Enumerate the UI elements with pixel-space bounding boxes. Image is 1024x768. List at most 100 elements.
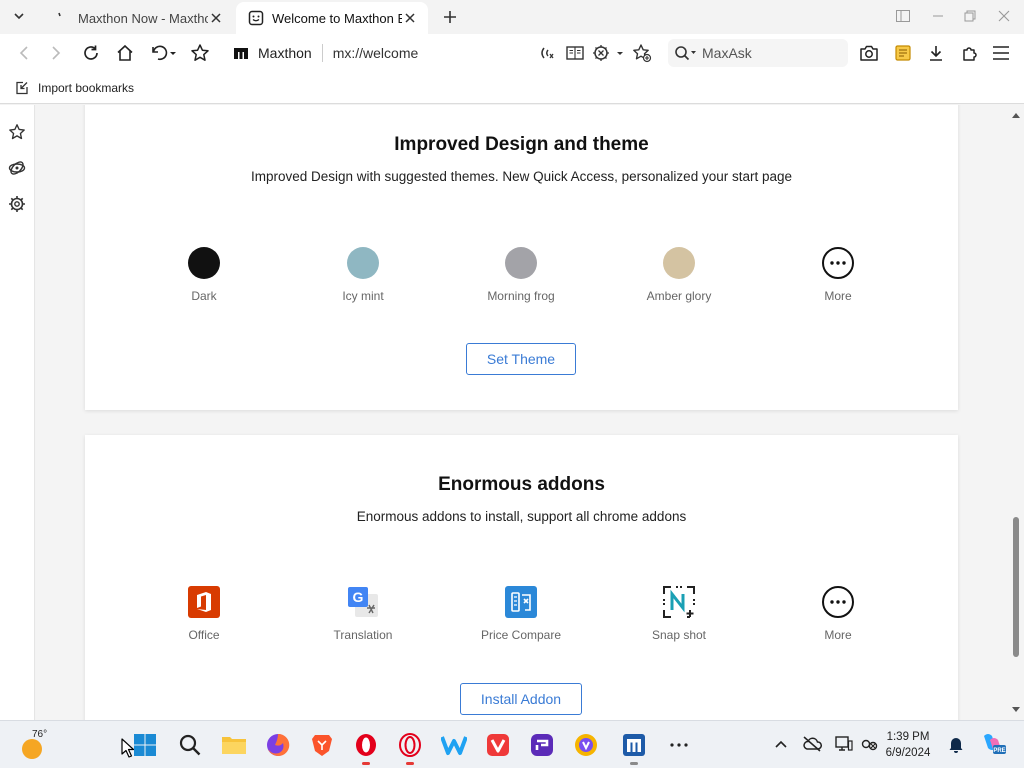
add-favorite-button[interactable] <box>628 39 656 67</box>
restore-icon <box>964 10 976 22</box>
network-disconnected-icon <box>861 739 878 751</box>
tray-network[interactable] <box>858 733 880 755</box>
more-dots-icon <box>822 586 854 618</box>
taskbar-opera[interactable] <box>352 731 380 765</box>
addon-price-compare[interactable]: Price Compare <box>461 586 581 642</box>
tray-copilot[interactable]: PRE <box>980 731 1006 757</box>
theme-option-icy-mint[interactable]: Icy mint <box>303 247 423 303</box>
favorite-button[interactable] <box>186 39 214 67</box>
clock-date: 6/9/2024 <box>885 747 931 759</box>
main-menu-button[interactable] <box>987 39 1015 67</box>
taskbar-file-explorer[interactable] <box>220 731 248 759</box>
downloads-button[interactable] <box>922 39 950 67</box>
addon-office[interactable]: Office <box>144 586 264 642</box>
new-tab-button[interactable] <box>438 5 462 29</box>
addon-snapshot[interactable]: Snap shot <box>619 586 739 642</box>
theme-option-morning-frog[interactable]: Morning frog <box>461 247 581 303</box>
window-layout-button[interactable] <box>889 4 917 28</box>
close-icon[interactable] <box>208 10 224 26</box>
bell-icon <box>949 738 963 753</box>
taskbar-overflow-button[interactable] <box>665 731 693 759</box>
taskbar-search[interactable] <box>176 731 204 759</box>
scroll-up-icon[interactable] <box>1012 111 1020 119</box>
url-text[interactable]: mx://welcome <box>333 45 419 61</box>
tray-display[interactable] <box>833 733 855 755</box>
theme-option-amber-glory[interactable]: Amber glory <box>619 247 739 303</box>
navigation-toolbar: Maxthon mx://welcome MaxAsk <box>0 34 1024 72</box>
reader-mode-icon <box>566 46 584 60</box>
office-icon <box>188 586 220 618</box>
screenshot-button[interactable] <box>855 39 883 67</box>
tray-onedrive[interactable] <box>801 733 823 755</box>
taskbar-clock[interactable]: 1:39 PM 6/9/2024 <box>880 729 936 761</box>
reader-mode-button[interactable] <box>561 39 589 67</box>
plus-icon <box>444 11 456 23</box>
tray-notifications[interactable] <box>945 733 967 755</box>
theme-option-dark[interactable]: Dark <box>144 247 264 303</box>
maxthon-smile-icon <box>248 10 264 26</box>
download-icon <box>930 46 942 61</box>
theme-label: More <box>824 289 852 303</box>
taskbar-wavebrowser[interactable] <box>440 731 468 759</box>
svg-text:PRE: PRE <box>993 748 1005 754</box>
extensions-button[interactable] <box>956 39 984 67</box>
notes-button[interactable] <box>889 39 917 67</box>
restore-button[interactable] <box>956 4 984 28</box>
import-icon <box>14 80 30 96</box>
tab-list-button[interactable] <box>6 4 32 28</box>
forward-button[interactable] <box>42 39 70 67</box>
addon-label: More <box>824 628 852 642</box>
ad-block-button[interactable] <box>590 39 626 67</box>
sidebar-settings-button[interactable] <box>6 193 28 215</box>
tab-welcome[interactable]: Welcome to Maxthon Br <box>236 2 428 34</box>
addon-more[interactable]: More <box>778 586 898 642</box>
theme-label: Morning frog <box>487 289 555 303</box>
google-translate-icon: G <box>347 586 379 618</box>
taskbar-opera-gx[interactable] <box>396 731 424 765</box>
install-addon-button[interactable]: Install Addon <box>460 683 582 715</box>
import-bookmarks-link[interactable]: Import bookmarks <box>38 81 134 95</box>
undo-close-tab-button[interactable] <box>146 39 180 67</box>
set-theme-button[interactable]: Set Theme <box>466 343 576 375</box>
close-icon[interactable] <box>402 10 418 26</box>
taskbar-browser-purple[interactable] <box>528 731 556 759</box>
taskbar-firefox[interactable] <box>264 731 292 759</box>
vertical-scrollbar[interactable] <box>1008 105 1024 720</box>
taskbar-brave[interactable] <box>308 731 336 759</box>
vivaldi-icon <box>487 734 509 756</box>
camera-icon <box>860 45 878 61</box>
scroll-down-icon[interactable] <box>1012 706 1020 714</box>
running-indicator <box>362 762 370 765</box>
maxask-search-box[interactable]: MaxAsk <box>668 39 848 67</box>
windows-taskbar: 76° 1:39 PM 6/9/2024 PRE <box>0 720 1024 768</box>
home-button[interactable] <box>111 39 139 67</box>
copilot-icon: PRE <box>984 734 1006 754</box>
welcome-page: Improved Design and theme Improved Desig… <box>36 105 1008 720</box>
sidebar-nbdomain-button[interactable] <box>6 157 28 179</box>
ad-block-icon <box>593 45 623 61</box>
search-icon <box>675 46 696 61</box>
weather-widget[interactable]: 76° <box>20 729 60 761</box>
notes-icon <box>895 45 911 61</box>
scrollbar-thumb[interactable] <box>1013 517 1019 657</box>
taskbar-maxthon[interactable] <box>620 731 648 765</box>
panel-layout-icon <box>896 10 910 22</box>
brave-lion-icon <box>312 735 332 756</box>
close-window-button[interactable] <box>990 4 1018 28</box>
arrow-left-icon <box>19 46 28 60</box>
maxthon-logo-icon <box>232 44 250 62</box>
taskbar-vivaldi[interactable] <box>484 731 512 759</box>
taskbar-browser-gold[interactable] <box>572 731 600 759</box>
addon-translation[interactable]: G Translation <box>303 586 423 642</box>
chevron-down-icon <box>14 13 24 20</box>
sidebar-favorites-button[interactable] <box>6 121 28 143</box>
taskbar-start[interactable] <box>131 731 159 759</box>
close-icon <box>998 10 1010 22</box>
tab-maxthon-now[interactable]: Maxthon Now - Maxthon <box>42 2 234 34</box>
reload-button[interactable] <box>77 39 105 67</box>
read-aloud-button[interactable] <box>533 39 561 67</box>
tray-overflow-button[interactable] <box>770 733 792 755</box>
back-button[interactable] <box>10 39 38 67</box>
theme-option-more[interactable]: More <box>778 247 898 303</box>
minimize-button[interactable] <box>924 4 952 28</box>
